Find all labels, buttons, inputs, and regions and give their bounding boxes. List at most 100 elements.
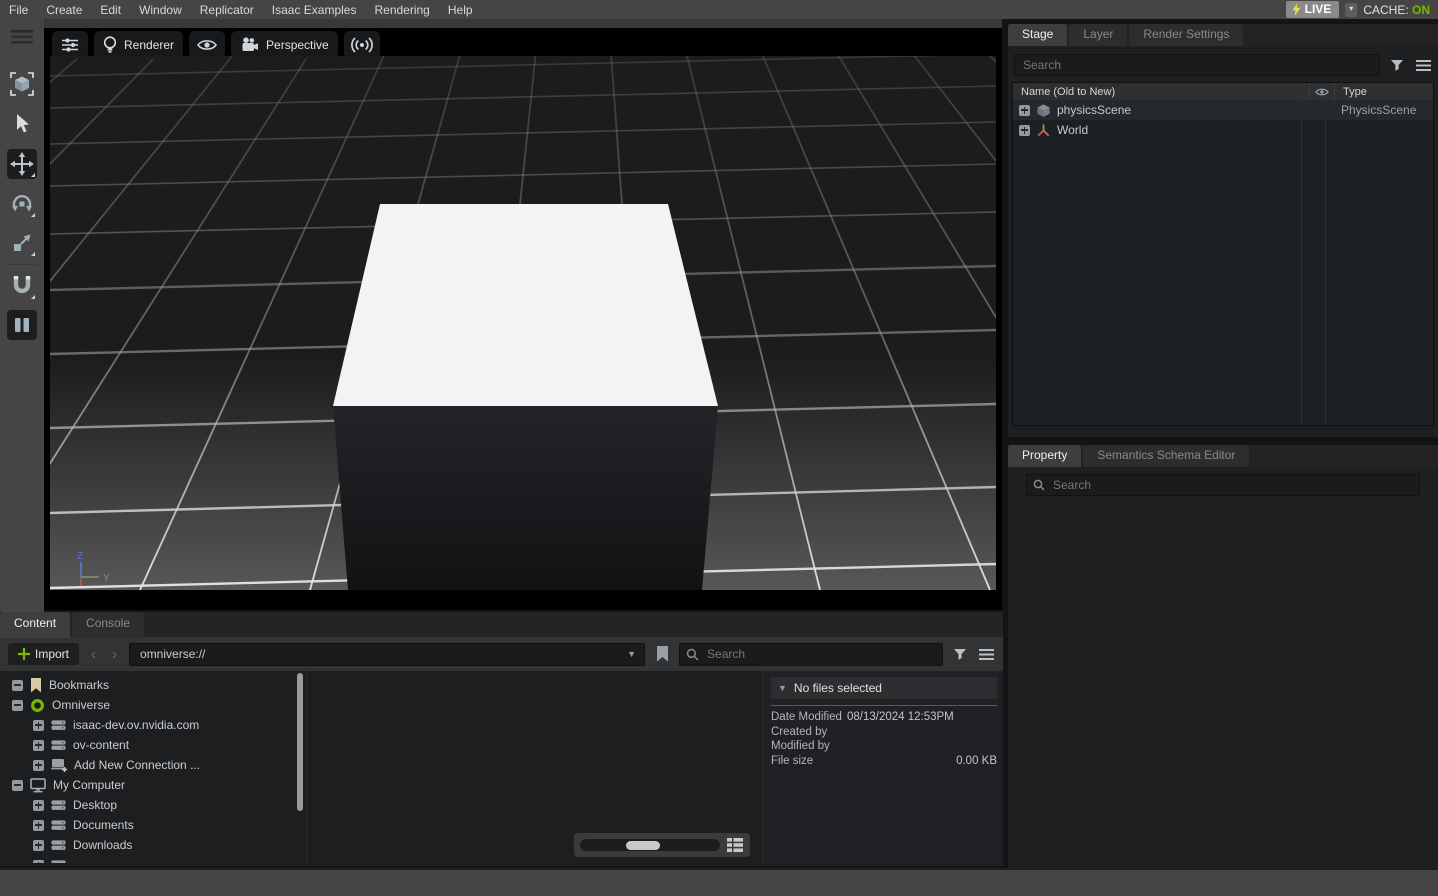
expand-toggle-icon[interactable] xyxy=(33,740,44,751)
stage-row-physics-scene[interactable]: physicsScene PhysicsScene xyxy=(1013,100,1433,120)
toolbar-menu-icon[interactable] xyxy=(7,22,37,52)
drive-icon xyxy=(51,818,66,832)
viewport-3d[interactable]: Z Y X xyxy=(44,28,1002,610)
visibility-column-eye-icon[interactable] xyxy=(1309,83,1334,100)
tab-property[interactable]: Property xyxy=(1008,445,1081,467)
tree-item-my-computer[interactable]: My Computer xyxy=(0,775,306,795)
path-dropdown-icon[interactable]: ▼ xyxy=(627,649,636,659)
content-filter-icon[interactable] xyxy=(951,645,969,663)
forward-button[interactable]: › xyxy=(108,646,121,663)
tab-layer[interactable]: Layer xyxy=(1069,24,1127,46)
menu-create[interactable]: Create xyxy=(37,3,91,17)
tab-content[interactable]: Content xyxy=(0,612,70,638)
expand-toggle-icon[interactable] xyxy=(33,760,44,771)
menu-isaac-examples[interactable]: Isaac Examples xyxy=(263,3,366,17)
viewport-settings-button[interactable] xyxy=(52,31,88,59)
tab-console[interactable]: Console xyxy=(72,612,144,638)
collapse-toggle-icon[interactable] xyxy=(12,780,23,791)
expand-toggle-icon[interactable] xyxy=(33,800,44,811)
menu-replicator[interactable]: Replicator xyxy=(191,3,263,17)
rotate-tool-icon[interactable] xyxy=(7,189,37,219)
expand-toggle-icon[interactable] xyxy=(33,840,44,851)
back-button[interactable]: ‹ xyxy=(87,646,100,663)
tree-item-omniverse[interactable]: Omniverse xyxy=(0,695,306,715)
tree-item-ov-content[interactable]: ov-content xyxy=(0,735,306,755)
property-search-field[interactable] xyxy=(1026,474,1420,496)
stage-tabstrip: Stage Layer Render Settings xyxy=(1008,24,1438,46)
lightbulb-icon xyxy=(103,36,117,54)
stage-search-input[interactable] xyxy=(1021,57,1373,73)
path-bar[interactable]: ▼ xyxy=(129,643,645,666)
tree-scrollbar[interactable] xyxy=(297,673,303,811)
bookmark-path-icon[interactable] xyxy=(653,645,671,663)
menu-help[interactable]: Help xyxy=(439,3,482,17)
cache-on-value: ON xyxy=(1412,3,1430,17)
file-grid-area[interactable] xyxy=(307,671,763,863)
expand-toggle-icon[interactable] xyxy=(33,860,44,864)
path-input[interactable] xyxy=(138,646,621,662)
tree-item-downloads[interactable]: Downloads xyxy=(0,835,306,855)
move-tool-icon[interactable] xyxy=(7,149,37,179)
tree-item-partial[interactable] xyxy=(0,855,306,863)
broadcast-icon xyxy=(351,37,373,53)
content-options-menu-icon[interactable] xyxy=(977,645,995,663)
menu-rendering[interactable]: Rendering xyxy=(365,3,438,17)
viewport-scene: Z Y X xyxy=(50,56,996,590)
slider-handle[interactable] xyxy=(626,841,660,850)
snap-magnet-tool-icon[interactable] xyxy=(7,271,37,301)
visibility-eye-button[interactable] xyxy=(189,31,225,59)
scale-tool-icon[interactable] xyxy=(7,228,37,258)
tree-item-add-new-connection[interactable]: Add New Connection ... xyxy=(0,755,306,775)
import-button[interactable]: Import xyxy=(8,643,79,665)
content-search-input[interactable] xyxy=(705,646,936,662)
stage-filter-icon[interactable] xyxy=(1388,56,1406,74)
tab-render-settings[interactable]: Render Settings xyxy=(1129,24,1243,46)
menu-edit[interactable]: Edit xyxy=(91,3,130,17)
content-search-field[interactable] xyxy=(679,643,943,666)
stage-row-world[interactable]: World xyxy=(1013,120,1433,140)
xform-icon xyxy=(1036,123,1051,138)
tree-item-bookmarks[interactable]: Bookmarks xyxy=(0,675,306,695)
renderer-selector-button[interactable]: Renderer xyxy=(94,31,183,59)
tab-semantics-schema-editor[interactable]: Semantics Schema Editor xyxy=(1083,445,1249,467)
property-search-input[interactable] xyxy=(1051,477,1413,493)
expand-toggle-icon[interactable] xyxy=(1019,105,1030,116)
menu-file[interactable]: File xyxy=(0,3,37,17)
eye-icon xyxy=(197,38,217,52)
camera-selector-button[interactable]: Perspective xyxy=(231,31,338,59)
menu-window[interactable]: Window xyxy=(130,3,191,17)
tab-stage[interactable]: Stage xyxy=(1008,24,1067,46)
select-prim-tool-icon[interactable] xyxy=(7,69,37,99)
collapse-caret-icon[interactable]: ▼ xyxy=(778,683,787,693)
broadcast-button[interactable] xyxy=(344,31,380,59)
cache-status: CACHE: ON xyxy=(1363,3,1430,17)
expand-toggle-icon[interactable] xyxy=(33,720,44,731)
prim-type: PhysicsScene xyxy=(1333,100,1433,120)
collapse-toggle-icon[interactable] xyxy=(12,680,23,691)
cursor-select-tool-icon[interactable] xyxy=(7,109,37,139)
tree-item-isaac-dev[interactable]: isaac-dev.ov.nvidia.com xyxy=(0,715,306,735)
stage-search-field[interactable] xyxy=(1014,54,1380,76)
camera-label: Perspective xyxy=(266,38,329,52)
column-name-header: Name (Old to New) xyxy=(1013,86,1309,98)
cube-prim[interactable] xyxy=(333,204,718,590)
thumbnail-size-control xyxy=(574,833,750,857)
stage-options-menu-icon[interactable] xyxy=(1414,56,1432,74)
detail-date-modified: Date Modified 08/13/2024 12:53PM xyxy=(771,710,997,725)
camera-icon xyxy=(240,37,259,53)
thumbnail-size-slider[interactable] xyxy=(580,839,720,851)
expand-toggle-icon[interactable] xyxy=(33,820,44,831)
tree-item-documents[interactable]: Documents xyxy=(0,815,306,835)
live-sync-button[interactable]: LIVE xyxy=(1286,1,1340,18)
tree-item-desktop[interactable]: Desktop xyxy=(0,795,306,815)
details-header[interactable]: ▼ No files selected xyxy=(771,677,997,699)
grid-list-view-toggle-icon[interactable] xyxy=(726,836,744,854)
expand-toggle-icon[interactable] xyxy=(1019,125,1030,136)
collapse-toggle-icon[interactable] xyxy=(12,700,23,711)
stage-tree-header[interactable]: Name (Old to New) Type xyxy=(1013,83,1433,100)
pause-button-icon[interactable] xyxy=(7,310,37,340)
menu-bar: File Create Edit Window Replicator Isaac… xyxy=(0,0,1438,19)
drive-icon xyxy=(51,858,66,863)
live-dropdown-button[interactable]: ▾ xyxy=(1345,3,1357,17)
sliders-icon xyxy=(61,36,79,54)
